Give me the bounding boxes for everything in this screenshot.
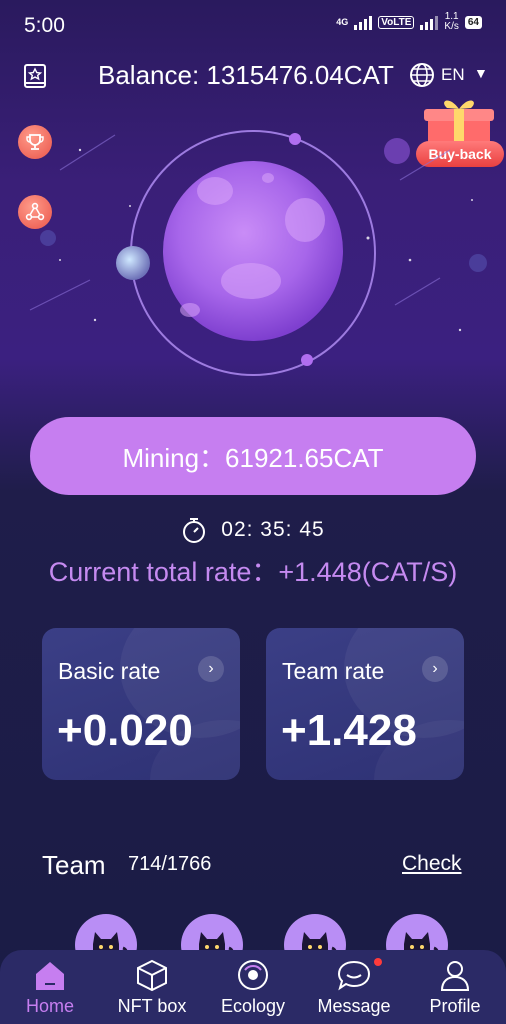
basic-rate-card[interactable]: Basic rate › +0.020: [42, 628, 240, 780]
small-planet-right: [384, 138, 410, 164]
tab-ecology[interactable]: Ecology: [203, 950, 303, 1024]
message-icon: [337, 960, 371, 991]
tab-nft-box-label: NFT box: [117, 996, 187, 1016]
signal-icon-2: [420, 14, 439, 30]
chevron-down-icon[interactable]: ▼: [474, 65, 488, 81]
tab-profile[interactable]: Profile: [405, 950, 505, 1024]
ecology-icon: [238, 960, 268, 990]
stopwatch-icon: [183, 518, 206, 543]
battery-icon: 64: [464, 15, 482, 29]
team-count: 714/1766: [128, 853, 212, 875]
tab-home[interactable]: Home: [0, 950, 100, 1024]
chevron-right-icon[interactable]: ›: [422, 656, 448, 682]
tab-message-label: Message: [317, 996, 391, 1016]
status-time: 5:00: [24, 14, 65, 37]
basic-rate-value: +0.020: [57, 706, 193, 755]
timer: 02: 35: 45: [0, 516, 506, 544]
moon: [116, 246, 150, 280]
team-rate-card[interactable]: Team rate › +1.428: [266, 628, 464, 780]
basic-rate-title: Basic rate: [58, 658, 161, 684]
team-check-link[interactable]: Check: [402, 852, 462, 876]
small-planet-right-2: [469, 254, 487, 272]
tab-nft-box[interactable]: NFT box: [102, 950, 202, 1024]
status-bar: 5:00 4G VoLTE 1.1 K/s 64: [0, 0, 506, 50]
planet-scene: [29, 130, 487, 376]
network-speed: 1.1 K/s: [444, 11, 459, 32]
book-icon[interactable]: [22, 62, 50, 90]
notification-dot: [374, 958, 382, 966]
chevron-right-icon[interactable]: ›: [198, 656, 224, 682]
box-icon: [137, 959, 167, 992]
bottom-tab-bar: Home NFT box Ecology Message Profile: [0, 950, 506, 1024]
status-icons: 4G VoLTE 1.1 K/s 64: [336, 12, 482, 32]
team-rate-value: +1.428: [281, 706, 417, 755]
language-selector[interactable]: EN: [441, 65, 465, 85]
app-header: Balance: 1315476.04CAT EN ▼: [0, 55, 506, 99]
home-icon: [36, 962, 64, 990]
team-rate-title: Team rate: [282, 658, 385, 684]
team-title: Team: [42, 850, 106, 880]
volte-badge: VoLTE: [378, 15, 415, 29]
balance-label: Balance: 1315476.04CAT: [98, 60, 394, 90]
profile-icon: [440, 961, 470, 991]
small-planet-left: [40, 230, 56, 246]
timer-value: 02: 35: 45: [221, 518, 325, 541]
mining-button[interactable]: Mining：61921.65CAT: [30, 417, 476, 495]
orbit-dot-top: [289, 133, 301, 145]
tab-message[interactable]: Message: [304, 950, 404, 1024]
tab-ecology-label: Ecology: [220, 996, 286, 1016]
tab-profile-label: Profile: [429, 996, 481, 1016]
orbit-dot-bottom: [301, 354, 313, 366]
globe-icon[interactable]: [408, 61, 436, 89]
tab-home-label: Home: [25, 996, 74, 1016]
signal-icon: [354, 14, 373, 30]
network-type: 4G: [336, 17, 349, 27]
total-rate: Current total rate：+1.448(CAT/S): [48, 557, 458, 587]
